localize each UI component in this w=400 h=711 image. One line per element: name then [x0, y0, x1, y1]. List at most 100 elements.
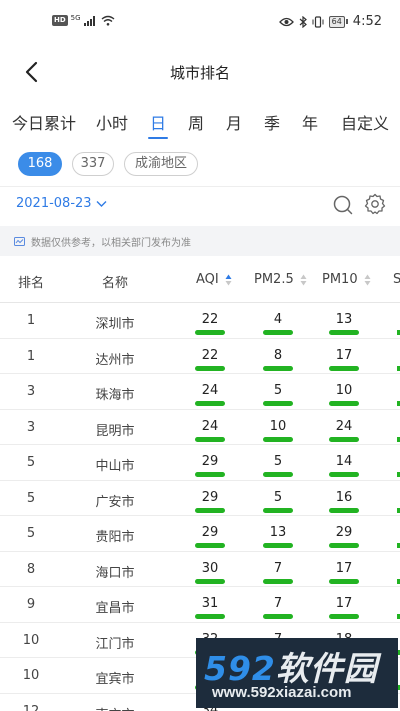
- hd-badge: HD: [52, 15, 68, 26]
- rank-cell: 10: [22, 668, 40, 683]
- tab-custom[interactable]: 自定义: [341, 110, 389, 134]
- rank-cell: 3: [26, 384, 36, 399]
- date-selector[interactable]: 2021-08-23: [16, 196, 107, 211]
- aqi-value: 22: [201, 312, 219, 327]
- pm10-level-bar: [329, 614, 359, 619]
- pm10-level-bar: [329, 578, 359, 584]
- pm25-level-bar: [263, 401, 293, 406]
- pm10-value: 13: [335, 312, 353, 327]
- chip-337[interactable]: 337: [72, 152, 114, 176]
- pm25-level-bar: [263, 507, 293, 513]
- table-row[interactable]: 3 珠海市 24 5 10: [0, 374, 400, 410]
- pm25-level-bar: [263, 614, 293, 619]
- pm25-value: 4: [273, 312, 283, 327]
- aqi-level-bar: [195, 578, 225, 584]
- city-cell: 海口市: [95, 565, 135, 581]
- pm25-value: 8: [273, 347, 283, 363]
- battery-level: 64: [328, 15, 345, 28]
- pm25-level-bar: [263, 543, 293, 548]
- tab-month[interactable]: 月: [226, 110, 242, 134]
- aqi-level-bar: [195, 365, 225, 371]
- chip-168[interactable]: 168: [18, 152, 62, 176]
- pm25-value: 7: [273, 596, 283, 611]
- city-cell: 珠海市: [95, 388, 135, 403]
- pm25-level-bar: [263, 436, 293, 442]
- aqi-level-bar: [195, 401, 225, 406]
- table-row[interactable]: 1 深圳市 22 4 13: [0, 303, 400, 339]
- pm10-level-bar: [329, 401, 359, 406]
- watermark-logo-text: 592软件园: [204, 642, 378, 690]
- header-pm10[interactable]: PM10: [322, 272, 371, 287]
- header-rank: 排名: [18, 276, 45, 291]
- bluetooth-icon: [299, 15, 307, 28]
- table-row[interactable]: 3 昆明市 24 10 24: [0, 410, 400, 445]
- aqi-value: 24: [201, 383, 219, 398]
- pm10-value: 17: [335, 596, 353, 611]
- status-bar: HD 5G 64 4:52: [0, 0, 400, 48]
- pm25-level-bar: [263, 330, 293, 335]
- table-row[interactable]: 5 贵阳市 29 13 29: [0, 516, 400, 552]
- vibrate-icon: [312, 15, 324, 28]
- table-row[interactable]: 5 广安市 29 5 16: [0, 481, 400, 516]
- city-cell: 中山市: [95, 459, 135, 474]
- pm25-value: 7: [273, 560, 283, 576]
- active-tab-indicator: [148, 137, 168, 139]
- aqi-value: 22: [201, 347, 219, 363]
- rank-cell: 1: [26, 313, 36, 328]
- watermark-logo-number: 592: [204, 649, 276, 688]
- aqi-value: 30: [201, 560, 219, 576]
- search-icon[interactable]: [332, 194, 354, 216]
- pm25-level-bar: [263, 365, 293, 371]
- header-pm25[interactable]: PM2.5: [254, 272, 307, 287]
- tab-today-cumulative[interactable]: 今日累计: [12, 110, 76, 134]
- city-cell: 宜宾市: [95, 672, 135, 687]
- tab-week[interactable]: 周: [188, 110, 204, 134]
- table-row[interactable]: 1 达州市 22 8 17: [0, 339, 400, 374]
- rank-cell: 1: [26, 348, 36, 364]
- rank-cell: 9: [26, 597, 36, 612]
- pm10-value: 17: [335, 560, 353, 576]
- header-aqi[interactable]: AQI: [196, 272, 232, 287]
- city-cell: 南充市: [84, 704, 146, 711]
- pm10-level-bar: [329, 543, 359, 548]
- pm10-value: 14: [335, 454, 353, 469]
- clock: 4:52: [352, 14, 382, 29]
- header-city: 名称: [102, 276, 129, 291]
- pm25-value: 5: [273, 383, 283, 398]
- chip-chengyu[interactable]: 成渝地区: [124, 152, 198, 176]
- pm10-level-bar: [329, 472, 359, 477]
- pm10-value: 17: [335, 347, 353, 363]
- aqi-value: 29: [201, 489, 219, 505]
- tab-day[interactable]: 日: [150, 110, 166, 134]
- nav-bar: 城市排名: [0, 48, 400, 96]
- rank-cell: 10: [22, 632, 40, 648]
- notice-text: 数据仅供参考，以相关部门发布为准: [31, 237, 191, 249]
- table-row[interactable]: 8 海口市 30 7 17: [0, 552, 400, 587]
- info-icon: [14, 236, 25, 246]
- aqi-level-bar: [195, 543, 225, 548]
- tab-season[interactable]: 季: [264, 110, 280, 134]
- pm10-level-bar: [329, 507, 359, 513]
- tab-year[interactable]: 年: [302, 110, 318, 134]
- pm10-level-bar: [329, 436, 359, 442]
- table-row[interactable]: 9 宜昌市 31 7 17: [0, 587, 400, 623]
- period-tabs: 今日累计 小时 日 周 月 季 年 自定义: [0, 110, 400, 142]
- pm25-value: 5: [273, 489, 283, 505]
- city-cell: 达州市: [95, 352, 135, 368]
- city-cell: 深圳市: [95, 317, 135, 332]
- tab-hour[interactable]: 小时: [96, 110, 128, 134]
- header-next-column[interactable]: S: [393, 272, 400, 287]
- watermark-url: www.592xiazai.com: [212, 684, 352, 701]
- aqi-level-bar: [195, 507, 225, 513]
- aqi-level-bar: [195, 614, 225, 619]
- aqi-value: 24: [201, 418, 219, 434]
- pm10-value: 24: [335, 418, 353, 434]
- divider: [0, 186, 400, 187]
- sort-icon: [300, 274, 307, 285]
- table-row[interactable]: 5 中山市 29 5 14: [0, 445, 400, 481]
- notice-bar: 数据仅供参考，以相关部门发布为准: [0, 226, 400, 256]
- gear-icon[interactable]: [364, 193, 386, 215]
- sort-icon: [225, 274, 232, 285]
- pm25-value: 13: [269, 525, 287, 540]
- city-cell: 江门市: [95, 636, 135, 652]
